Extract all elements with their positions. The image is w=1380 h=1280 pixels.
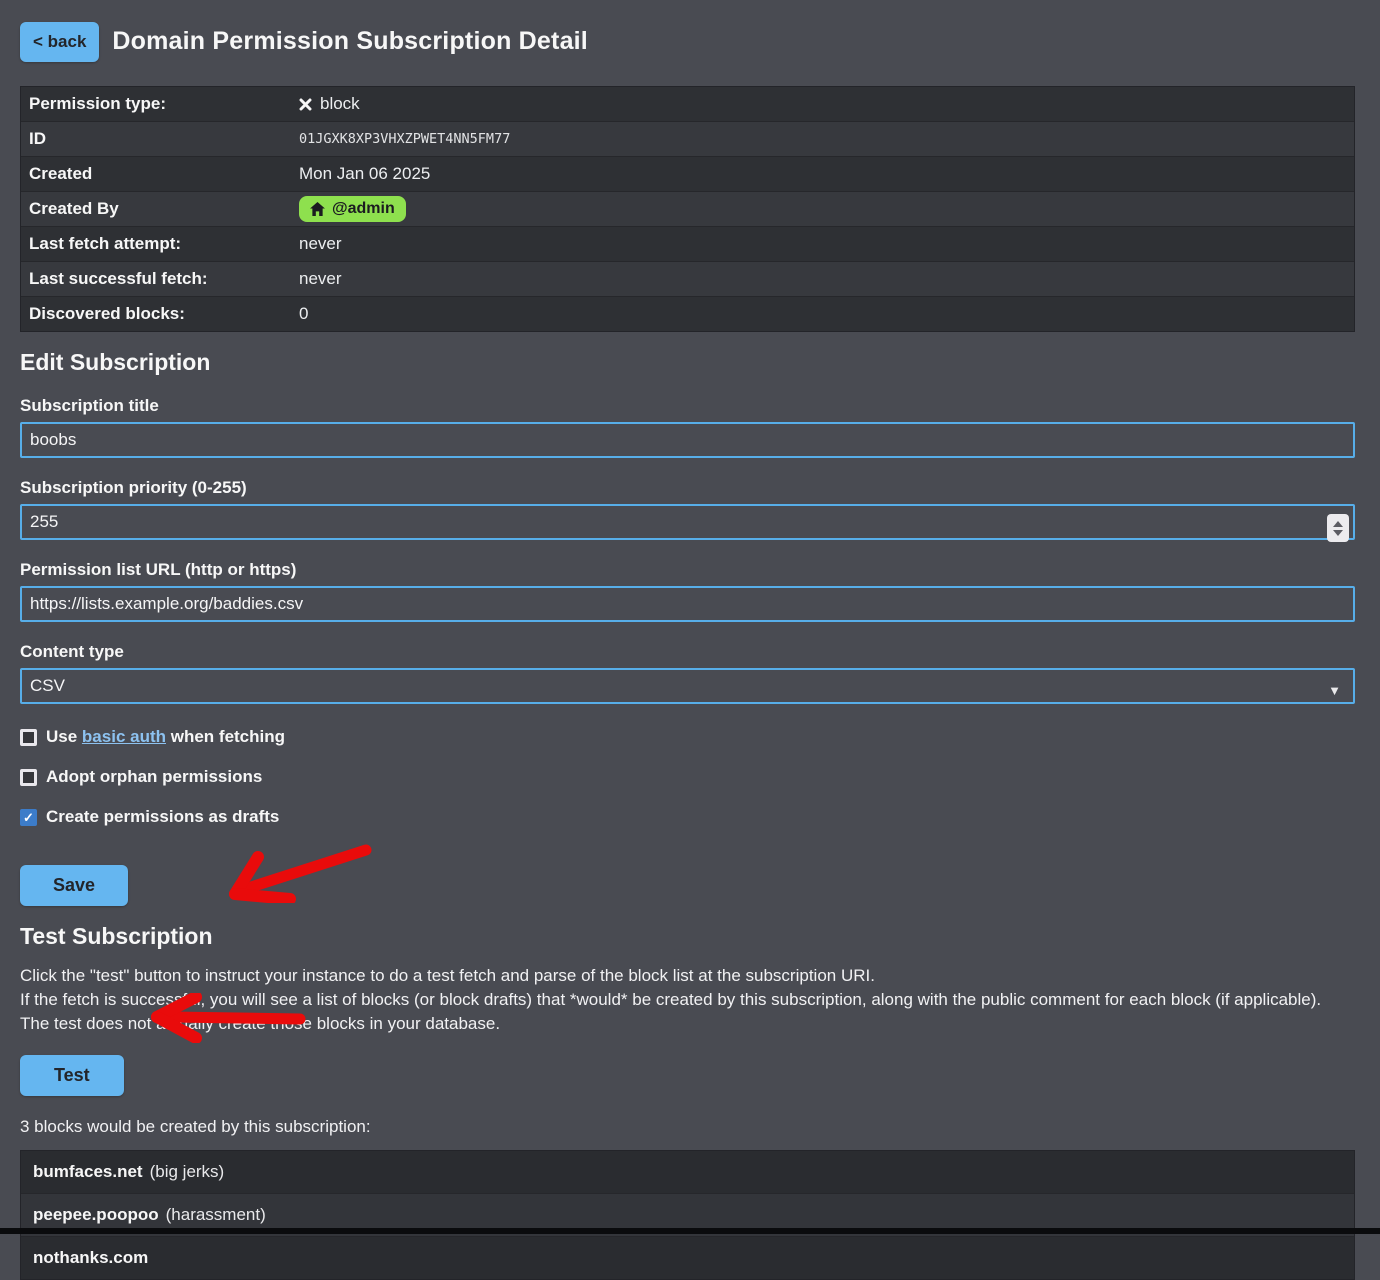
description-line: If the fetch is successful, you will see…: [20, 988, 1355, 1012]
description-line: The test does not actually create those …: [20, 1012, 1355, 1036]
permission-type-value: block: [320, 94, 360, 114]
use-basic-auth-row: Use basic auth when fetching: [20, 727, 1355, 747]
subscription-detail-table: Permission type: block ID 01JGXK8XP3VHXZ…: [20, 86, 1355, 332]
block-x-icon: [299, 98, 312, 111]
block-list-item: bumfaces.net (big jerks): [21, 1151, 1354, 1193]
test-result-block-list: bumfaces.net (big jerks) peepee.poopoo (…: [20, 1150, 1355, 1280]
checkbox-label: Use basic auth when fetching: [46, 727, 285, 747]
bottom-edge-bar: [0, 1228, 1380, 1234]
row-label: Discovered blocks:: [21, 304, 299, 324]
created-by-username: @admin: [332, 200, 395, 218]
last-fetch-attempt-value: never: [299, 234, 342, 254]
spinner-up-icon[interactable]: [1333, 521, 1343, 527]
block-domain: bumfaces.net: [33, 1162, 143, 1182]
subscription-priority-input[interactable]: [20, 504, 1355, 540]
back-button[interactable]: < back: [20, 22, 99, 62]
id-value: 01JGXK8XP3VHXZPWET4NN5FM77: [299, 131, 510, 147]
subscription-priority-label: Subscription priority (0-255): [20, 478, 1355, 498]
test-subscription-heading: Test Subscription: [20, 923, 1355, 950]
domain-permission-subscription-detail-page: < back Domain Permission Subscription De…: [0, 0, 1380, 1280]
block-domain: peepee.poopoo: [33, 1205, 159, 1225]
row-label: ID: [21, 129, 299, 149]
table-row-permission-type: Permission type: block: [21, 87, 1354, 121]
permission-list-url-label: Permission list URL (http or https): [20, 560, 1355, 580]
test-result-summary: 3 blocks would be created by this subscr…: [20, 1117, 1355, 1137]
test-description: Click the "test" button to instruct your…: [20, 964, 1355, 1036]
test-button[interactable]: Test: [20, 1055, 124, 1096]
content-type-wrapper: CSV ▼: [20, 668, 1355, 704]
permission-list-url-input[interactable]: [20, 586, 1355, 622]
adopt-orphan-permissions-row: Adopt orphan permissions: [20, 767, 1355, 787]
description-line: Click the "test" button to instruct your…: [20, 964, 1355, 988]
page-title: Domain Permission Subscription Detail: [112, 27, 588, 56]
edit-subscription-heading: Edit Subscription: [20, 349, 1355, 376]
discovered-blocks-value: 0: [299, 304, 308, 324]
table-row-created: Created Mon Jan 06 2025: [21, 156, 1354, 191]
use-basic-auth-checkbox[interactable]: [20, 729, 37, 746]
basic-auth-link[interactable]: basic auth: [82, 727, 166, 746]
page-header: < back Domain Permission Subscription De…: [20, 20, 1355, 63]
content-type-select[interactable]: CSV: [20, 668, 1355, 704]
subscription-priority-wrapper: [20, 504, 1355, 540]
last-successful-fetch-value: never: [299, 269, 342, 289]
adopt-orphan-permissions-checkbox[interactable]: [20, 769, 37, 786]
table-row-id: ID 01JGXK8XP3VHXZPWET4NN5FM77: [21, 121, 1354, 156]
create-permissions-as-drafts-row: ✓ Create permissions as drafts: [20, 807, 1355, 827]
content-type-selected-value: CSV: [30, 676, 65, 696]
save-button[interactable]: Save: [20, 865, 128, 906]
row-value: @admin: [299, 196, 406, 222]
table-row-discovered-blocks: Discovered blocks: 0: [21, 296, 1354, 331]
table-row-last-fetch-attempt: Last fetch attempt: never: [21, 226, 1354, 261]
content-type-label: Content type: [20, 642, 1355, 662]
checkmark-icon: ✓: [23, 811, 34, 824]
row-value: block: [299, 94, 360, 114]
checkbox-label: Create permissions as drafts: [46, 807, 279, 827]
block-list-item: nothanks.com: [21, 1236, 1354, 1279]
table-row-created-by: Created By @admin: [21, 191, 1354, 226]
table-row-last-successful-fetch: Last successful fetch: never: [21, 261, 1354, 296]
subscription-title-input[interactable]: [20, 422, 1355, 458]
house-icon: [310, 202, 325, 216]
created-value: Mon Jan 06 2025: [299, 164, 430, 184]
row-label: Permission type:: [21, 94, 299, 114]
subscription-title-label: Subscription title: [20, 396, 1355, 416]
row-label: Created By: [21, 199, 299, 219]
block-comment: (harassment): [166, 1205, 266, 1225]
checkbox-group: Use basic auth when fetching Adopt orpha…: [20, 727, 1355, 827]
checkbox-label: Adopt orphan permissions: [46, 767, 262, 787]
spinner-down-icon[interactable]: [1333, 530, 1343, 536]
number-spinner[interactable]: [1327, 514, 1349, 542]
block-domain: nothanks.com: [33, 1248, 148, 1268]
create-permissions-as-drafts-checkbox[interactable]: ✓: [20, 809, 37, 826]
row-label: Last fetch attempt:: [21, 234, 299, 254]
row-label: Last successful fetch:: [21, 269, 299, 289]
row-label: Created: [21, 164, 299, 184]
block-comment: (big jerks): [150, 1162, 225, 1182]
created-by-admin-badge[interactable]: @admin: [299, 196, 406, 222]
